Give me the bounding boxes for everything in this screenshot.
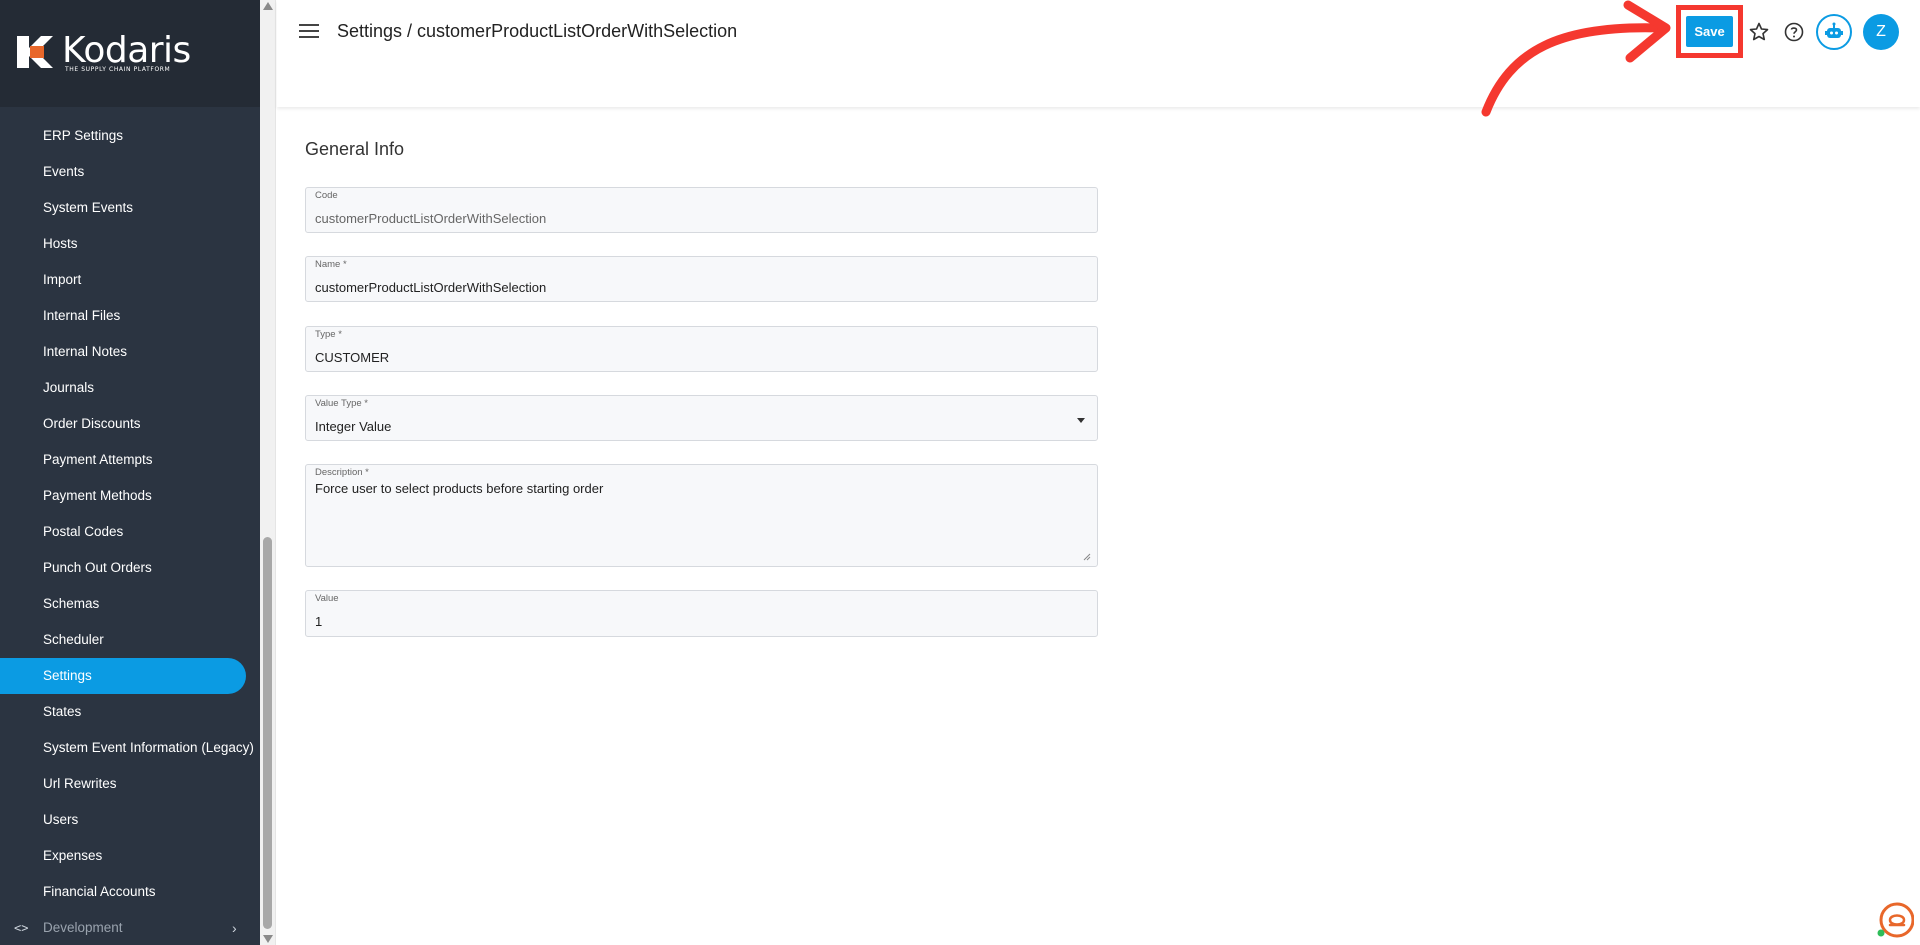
logo-tagline: THE SUPPLY CHAIN PLATFORM xyxy=(65,66,171,73)
menu-icon[interactable] xyxy=(299,24,319,40)
sidebar-item-expenses[interactable]: Expenses xyxy=(0,838,260,874)
sidebar-item-payment-methods[interactable]: Payment Methods xyxy=(0,478,260,514)
sidebar-item-states[interactable]: States xyxy=(0,694,260,730)
sidebar-item-hosts[interactable]: Hosts xyxy=(0,226,260,262)
sidebar-item-financial-accounts[interactable]: Financial Accounts xyxy=(0,874,260,910)
sidebar-item-url-rewrites[interactable]: Url Rewrites xyxy=(0,766,260,802)
scroll-thumb[interactable] xyxy=(263,537,272,929)
description-textarea[interactable]: Force user to select products before sta… xyxy=(315,481,1055,496)
sidebar-item-development-label: Development xyxy=(43,920,123,935)
value-type-label: Value Type * xyxy=(315,398,368,409)
star-icon[interactable] xyxy=(1747,20,1771,44)
sidebar-item-users[interactable]: Users xyxy=(0,802,260,838)
robot-icon xyxy=(1825,22,1843,38)
sidebar-item-settings[interactable]: Settings xyxy=(0,658,246,694)
user-avatar[interactable]: Z xyxy=(1863,14,1899,50)
scroll-down-arrow-icon[interactable] xyxy=(263,935,273,943)
value-label: Value xyxy=(315,593,339,604)
type-input[interactable]: CUSTOMER xyxy=(315,350,1055,365)
type-label: Type * xyxy=(315,329,342,340)
chat-widget-icon[interactable] xyxy=(1876,901,1914,939)
sidebar-item-journals[interactable]: Journals xyxy=(0,370,260,406)
value-field[interactable]: Value 1 xyxy=(305,590,1098,637)
sidebar-item-payment-attempts[interactable]: Payment Attempts xyxy=(0,442,260,478)
resize-handle-icon[interactable] xyxy=(1083,553,1091,561)
name-input[interactable]: customerProductListOrderWithSelection xyxy=(315,280,1055,295)
value-input[interactable]: 1 xyxy=(315,614,1055,629)
sidebar-item-internal-notes[interactable]: Internal Notes xyxy=(0,334,260,370)
sidebar-item-import[interactable]: Import xyxy=(0,262,260,298)
name-label: Name * xyxy=(315,259,347,270)
type-field[interactable]: Type * CUSTOMER xyxy=(305,326,1098,372)
sidebar-item-events[interactable]: Events xyxy=(0,154,260,190)
name-field[interactable]: Name * customerProductListOrderWithSelec… xyxy=(305,256,1098,302)
save-button[interactable]: Save xyxy=(1686,16,1733,47)
sidebar-item-system-events[interactable]: System Events xyxy=(0,190,260,226)
description-field[interactable]: Description * Force user to select produ… xyxy=(305,464,1098,567)
sidebar-item-postal-codes[interactable]: Postal Codes xyxy=(0,514,260,550)
section-title: General Info xyxy=(305,139,405,159)
page-title: Settings / customerProductListOrderWithS… xyxy=(337,21,738,41)
code-value: customerProductListOrderWithSelection xyxy=(315,211,547,226)
sidebar-item-order-discounts[interactable]: Order Discounts xyxy=(0,406,260,442)
sidebar-item-schemas[interactable]: Schemas xyxy=(0,586,260,622)
code-icon: <> xyxy=(14,921,29,935)
sidebar-item-system-event-information[interactable]: System Event Information (Legacy) xyxy=(0,730,260,766)
sidebar: Kodaris THE SUPPLY CHAIN PLATFORM ERP Se… xyxy=(0,0,260,945)
chevron-right-icon: › xyxy=(232,920,237,936)
sidebar-item-development[interactable]: <> Development › xyxy=(0,910,260,945)
sidebar-item-scheduler[interactable]: Scheduler xyxy=(0,622,260,658)
annotation-arrow-icon xyxy=(1481,0,1671,117)
sidebar-item-erp-settings[interactable]: ERP Settings xyxy=(0,118,260,154)
value-type-selected: Integer Value xyxy=(315,419,392,434)
sidebar-scrollbar[interactable] xyxy=(260,0,276,945)
sidebar-nav: ERP Settings Events System Events Hosts … xyxy=(0,118,260,945)
code-field[interactable]: Code customerProductListOrderWithSelecti… xyxy=(305,187,1098,233)
value-type-select[interactable]: Value Type * Integer Value xyxy=(305,395,1098,441)
logo-text: Kodaris xyxy=(62,30,191,71)
help-icon[interactable] xyxy=(1782,20,1806,44)
logo-area[interactable]: Kodaris THE SUPPLY CHAIN PLATFORM xyxy=(0,0,260,107)
assistant-bot-button[interactable] xyxy=(1816,14,1852,50)
scroll-up-arrow-icon[interactable] xyxy=(263,2,273,10)
description-label: Description * xyxy=(315,467,369,478)
dropdown-arrow-icon[interactable] xyxy=(1077,418,1085,423)
code-label: Code xyxy=(315,190,338,201)
sidebar-item-internal-files[interactable]: Internal Files xyxy=(0,298,260,334)
sidebar-item-punch-out-orders[interactable]: Punch Out Orders xyxy=(0,550,260,586)
kodaris-logo-icon xyxy=(17,36,53,68)
